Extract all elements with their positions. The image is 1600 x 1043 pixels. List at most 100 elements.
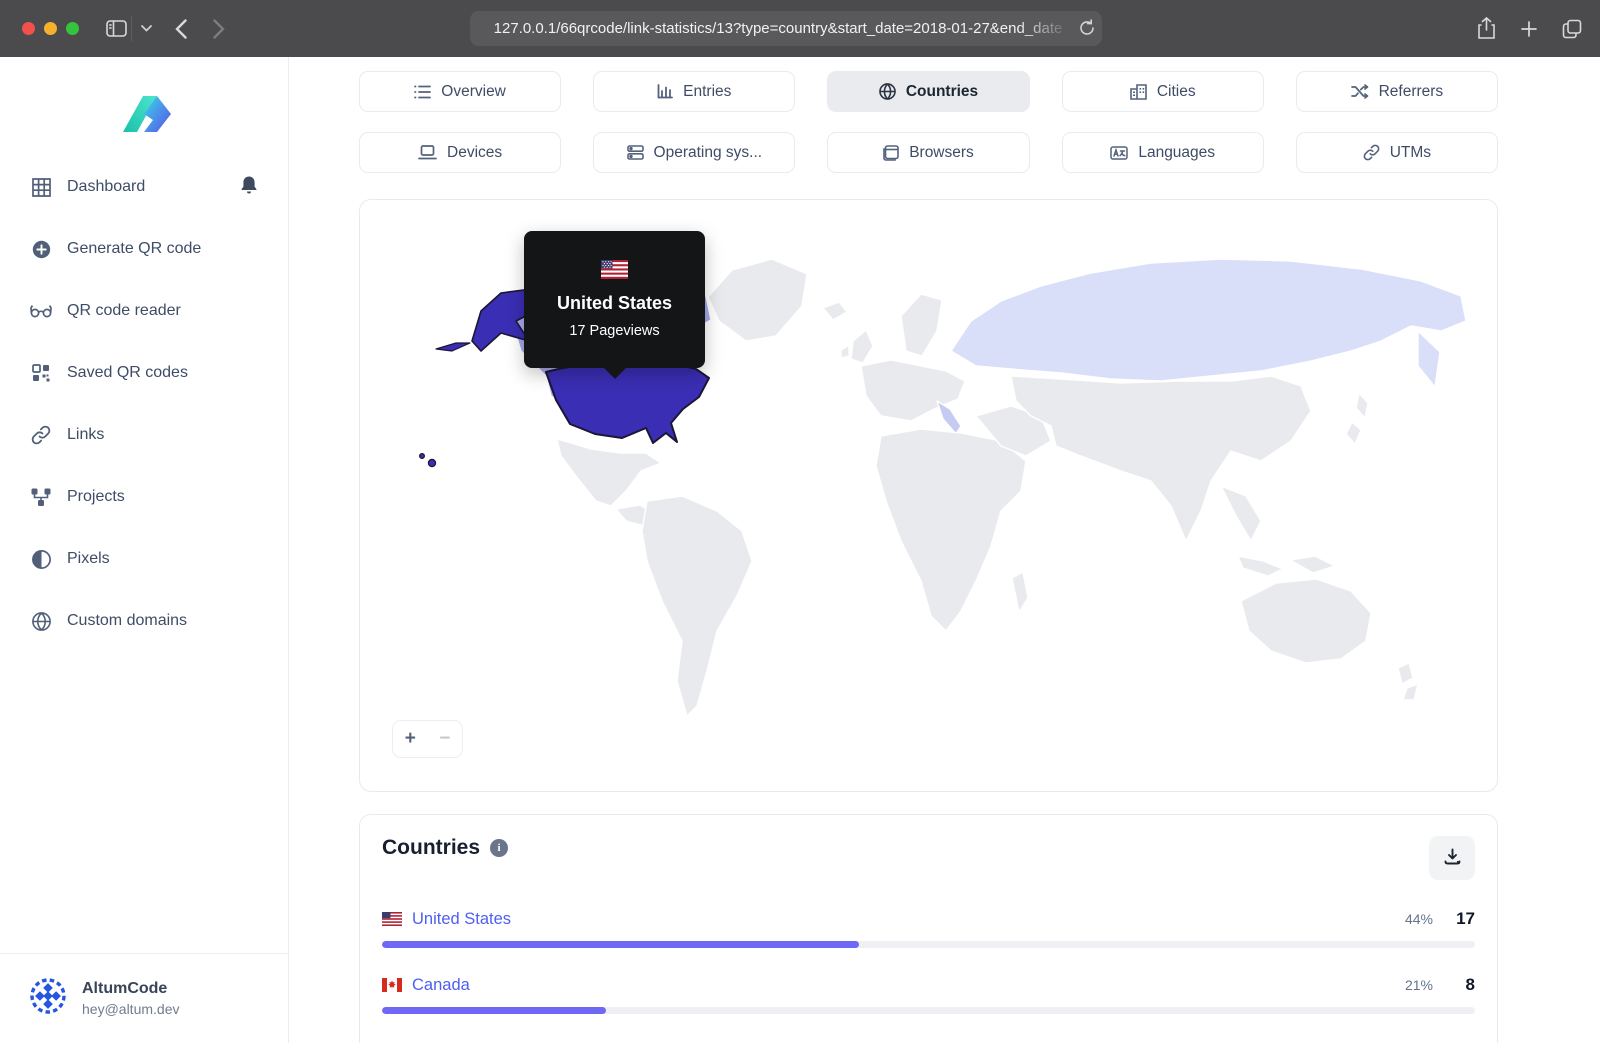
canada-flag-icon: [382, 978, 402, 992]
main-content: Overview Entries Countries Cities Referr…: [289, 57, 1600, 1043]
tab-operating-systems[interactable]: Operating sys...: [593, 132, 796, 173]
country-count: 17: [1456, 909, 1475, 928]
tab-label: Overview: [441, 82, 506, 100]
tab-label: Countries: [905, 82, 979, 100]
tooltip-pageviews: 17 Pageviews: [569, 323, 660, 339]
progress-track: [382, 941, 1475, 948]
tab-overview[interactable]: Overview: [359, 71, 562, 112]
shuffle-icon: [1350, 84, 1369, 99]
tab-label: Operating sys...: [653, 143, 763, 161]
tab-utms[interactable]: UTMs: [1295, 132, 1498, 173]
new-tab-icon[interactable]: [1520, 20, 1538, 38]
sidebar-item-projects[interactable]: Projects: [30, 477, 288, 517]
browser-icon: [883, 144, 899, 161]
tab-overview-icon[interactable]: [1562, 19, 1582, 39]
sidebar-item-label: Pixels: [67, 550, 110, 567]
address-bar[interactable]: 127.0.0.1/66qrcode/link-statistics/13?ty…: [470, 11, 1102, 46]
sidebar-toggle-icon[interactable]: [106, 0, 127, 57]
sidebar-item-label: Projects: [67, 488, 125, 505]
stat-tabs: Overview Entries Countries Cities Referr…: [359, 71, 1498, 173]
grid-icon: [30, 177, 52, 197]
sidebar-item-links[interactable]: Links: [30, 415, 288, 455]
sidebar-item-generate-qr[interactable]: Generate QR code: [30, 229, 288, 269]
tooltip-country: United States: [556, 293, 673, 313]
zoom-in-button[interactable]: +: [393, 721, 428, 757]
tab-label: Cities: [1156, 82, 1196, 100]
tab-referrers[interactable]: Referrers: [1295, 71, 1498, 112]
link-icon: [30, 425, 52, 445]
bell-icon[interactable]: [240, 175, 258, 200]
buildings-icon: [1130, 83, 1147, 100]
sidebar-item-label: Generate QR code: [67, 240, 202, 257]
close-window-button[interactable]: [22, 22, 35, 35]
sidebar-item-label: Links: [67, 426, 105, 443]
translate-icon: [1110, 145, 1129, 160]
qr-icon: [30, 364, 52, 382]
info-icon[interactable]: i: [490, 839, 509, 857]
tab-label: Languages: [1138, 143, 1216, 161]
back-button[interactable]: [175, 0, 187, 57]
avatar: [30, 978, 66, 1019]
sidebar-item-label: Saved QR codes: [67, 364, 188, 381]
brand-logo[interactable]: [0, 57, 288, 167]
country-row: Canada 21% 8: [382, 975, 1475, 1014]
progress-fill: [382, 1007, 607, 1014]
chevron-down-icon[interactable]: [141, 0, 152, 57]
tab-browsers[interactable]: Browsers: [827, 132, 1030, 173]
download-icon: [1444, 848, 1461, 868]
forward-button[interactable]: [213, 0, 225, 57]
us-flag-icon: [382, 912, 402, 926]
account-card[interactable]: AltumCode hey@altum.dev: [0, 953, 288, 1043]
tab-devices[interactable]: Devices: [359, 132, 562, 173]
tab-countries[interactable]: Countries: [827, 71, 1030, 112]
account-email: hey@altum.dev: [82, 1001, 180, 1017]
world-map-card: United States 17 Pageviews + −: [359, 199, 1498, 792]
sidebar-item-saved-qr[interactable]: Saved QR codes: [30, 353, 288, 393]
tab-label: Entries: [683, 82, 732, 100]
account-name: AltumCode: [82, 980, 168, 997]
country-percent: 44%: [1404, 911, 1433, 927]
sidebar-item-label: QR code reader: [67, 302, 181, 319]
country-percent: 21%: [1404, 977, 1433, 993]
share-icon[interactable]: [1477, 17, 1496, 40]
progress-fill: [382, 941, 859, 948]
url-text: 127.0.0.1/66qrcode/link-statistics/13?ty…: [493, 20, 1063, 37]
plus-circle-icon: [30, 240, 52, 259]
sidebar-item-label: Custom domains: [67, 612, 188, 629]
tab-languages[interactable]: Languages: [1061, 132, 1264, 173]
map-zoom-controls: + −: [392, 720, 463, 758]
server-icon: [626, 145, 644, 160]
globe-icon: [878, 83, 896, 100]
sidebar-item-qr-reader[interactable]: QR code reader: [30, 291, 288, 331]
list-icon: [414, 85, 432, 99]
sidebar-item-custom-domains[interactable]: Custom domains: [30, 601, 288, 641]
contrast-icon: [30, 549, 52, 569]
country-row: United States 44% 17: [382, 909, 1475, 948]
traffic-lights[interactable]: [22, 22, 79, 35]
zoom-out-button[interactable]: −: [428, 721, 463, 757]
minimize-window-button[interactable]: [44, 22, 57, 35]
country-link[interactable]: Canada: [412, 976, 470, 995]
panel-title: Countries: [382, 836, 481, 859]
zoom-window-button[interactable]: [66, 22, 79, 35]
sidebar-item-dashboard[interactable]: Dashboard: [30, 167, 288, 207]
export-button[interactable]: [1429, 836, 1475, 880]
laptop-icon: [418, 145, 437, 160]
browser-chrome: 127.0.0.1/66qrcode/link-statistics/13?ty…: [0, 0, 1600, 57]
url-fade: [1018, 11, 1072, 46]
tab-label: Browsers: [909, 143, 974, 161]
country-count: 8: [1465, 975, 1475, 994]
tab-label: UTMs: [1389, 143, 1432, 161]
bar-chart-icon: [657, 84, 674, 99]
link-icon: [1363, 144, 1380, 161]
sidebar: Dashboard Generate QR code QR code reade…: [0, 57, 289, 1043]
tab-entries[interactable]: Entries: [593, 71, 796, 112]
sidebar-nav: Dashboard Generate QR code QR code reade…: [0, 167, 288, 663]
reload-icon[interactable]: [1079, 19, 1095, 37]
tab-cities[interactable]: Cities: [1061, 71, 1264, 112]
sidebar-item-label: Dashboard: [67, 178, 146, 195]
sidebar-item-pixels[interactable]: Pixels: [30, 539, 288, 579]
nodes-icon: [30, 488, 52, 507]
country-link[interactable]: United States: [412, 910, 511, 929]
progress-track: [382, 1007, 1475, 1014]
